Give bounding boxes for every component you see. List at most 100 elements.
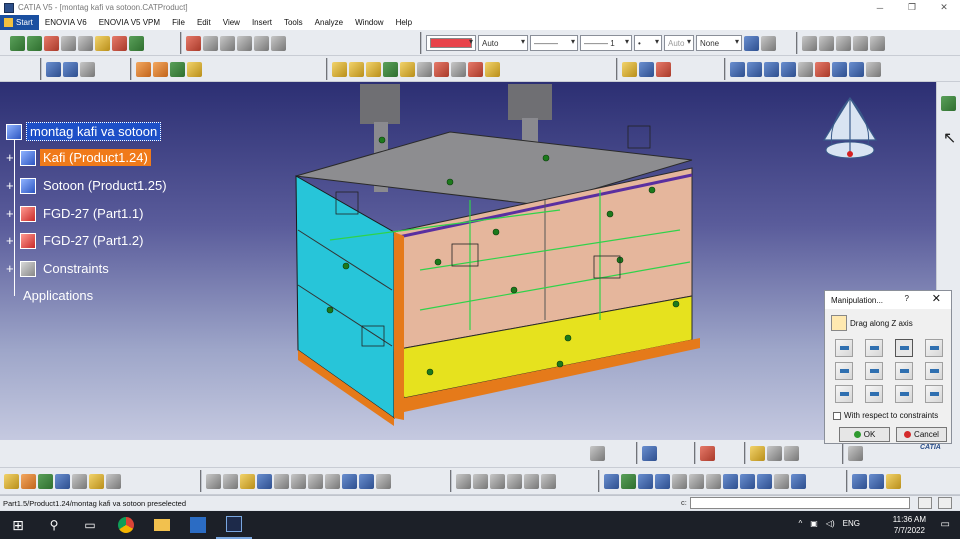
environment-icon[interactable] [784,445,799,461]
view-iso-icon[interactable] [730,61,745,77]
macro-icon[interactable] [541,473,556,489]
hide-show-bottom-icon[interactable] [757,473,772,489]
smart-move-icon[interactable] [61,35,76,51]
scene-bottom-icon[interactable] [886,473,901,489]
drag-xz-plane-button[interactable] [895,362,913,380]
shading-edges-icon[interactable] [832,61,847,77]
constraints-checkbox[interactable] [833,411,841,420]
quick-constraint-icon[interactable] [434,61,449,77]
paste-icon[interactable] [325,473,340,489]
clash-icon[interactable] [112,35,127,51]
measure-icon[interactable] [186,35,201,51]
view-front-icon[interactable] [747,61,762,77]
tree-root-label[interactable]: montag kafi va sotoon [26,122,162,141]
tree-item-label[interactable]: Applications [20,287,96,304]
color-select[interactable] [426,35,476,51]
open-file-icon[interactable] [240,473,255,489]
grid-icon[interactable] [700,445,715,461]
cancel-button[interactable]: Cancel [896,427,947,442]
menu-enovia-v5-vpm[interactable]: ENOVIA V5 VPM [93,15,166,30]
product-structure-icon[interactable] [46,61,61,77]
pocket-icon[interactable] [38,473,53,489]
fit-all-icon[interactable] [170,61,185,77]
tree-expand-icon[interactable] [80,61,95,77]
tools-icon[interactable] [206,473,221,489]
wireframe-icon[interactable] [639,61,654,77]
tree-item-label[interactable]: Sotoon (Product1.25) [40,177,170,194]
menu-window[interactable]: Window [349,15,389,30]
rotate-y-axis-button[interactable] [865,385,883,403]
tree-item-applications[interactable]: Applications [20,287,96,304]
knowledge-icon[interactable] [473,473,488,489]
normal-view-bottom-icon[interactable] [706,473,721,489]
pan-icon[interactable] [10,35,25,51]
tree-item-sotoon[interactable]: + Sotoon (Product1.25) [6,177,170,194]
save-icon[interactable] [257,473,272,489]
power-input-field[interactable] [690,497,910,509]
menu-tools[interactable]: Tools [278,15,309,30]
expand-icon[interactable]: + [6,261,20,276]
status-icon-1[interactable] [918,497,932,509]
offset-icon[interactable] [366,61,381,77]
hide-show-icon[interactable] [656,61,671,77]
fit-all-view-icon[interactable] [621,473,636,489]
app-icon[interactable] [180,511,216,539]
annotation-icon[interactable] [271,35,286,51]
turn-head-icon[interactable] [836,35,851,51]
restore-icon[interactable]: ❐ [896,0,928,15]
menu-start[interactable]: Start [0,15,39,30]
tray-chevron-icon[interactable]: ^ [799,519,803,528]
compass-icon[interactable] [818,94,882,166]
rotate-icon[interactable] [655,473,670,489]
pan-view-icon[interactable] [638,473,653,489]
3d-viewport[interactable]: montag kafi va sotoon + Kafi (Product1.2… [0,82,936,440]
tree-item-fgd-27-1[interactable]: + FGD-27 (Part1.1) [6,205,146,222]
fly-mode-icon[interactable] [604,473,619,489]
menu-help[interactable]: Help [390,15,418,30]
flexible-icon[interactable] [451,61,466,77]
network-icon[interactable]: ▣ [810,519,818,528]
rotate-x-axis-button[interactable] [835,385,853,403]
formula-icon[interactable] [456,473,471,489]
tree-item-label[interactable]: FGD-27 (Part1.1) [40,205,146,222]
print-file-icon[interactable] [274,473,289,489]
menu-enovia-v6[interactable]: ENOVIA V6 [39,15,93,30]
paint-brush-icon[interactable] [744,35,759,51]
catia-taskbar-icon[interactable] [216,511,252,539]
multi-view-icon[interactable] [815,61,830,77]
lights-icon[interactable] [767,445,782,461]
walk-icon[interactable] [853,35,868,51]
camera-icon[interactable] [870,35,885,51]
catalog-icon[interactable] [254,35,269,51]
layer-auto-select[interactable]: Auto [664,35,694,51]
undo-icon[interactable] [342,473,357,489]
drag-x-axis-button[interactable] [835,339,853,357]
new-file-icon[interactable] [223,473,238,489]
expand-icon[interactable]: + [6,178,20,193]
new-component-icon[interactable] [63,61,78,77]
copy-icon[interactable] [308,473,323,489]
windows-start-icon[interactable]: ⊞ [0,511,36,539]
tree-item-label[interactable]: FGD-27 (Part1.2) [40,232,146,249]
reuse-pattern-icon[interactable] [485,61,500,77]
thickness-select[interactable]: ——— 1 [580,35,632,51]
assembly-feature-icon[interactable] [106,473,121,489]
shading-icon[interactable] [622,61,637,77]
menu-file[interactable]: File [166,15,191,30]
stop-manipulate-icon[interactable] [95,35,110,51]
cut-icon[interactable] [291,473,306,489]
tree-item-kafi[interactable]: + Kafi (Product1.24) [6,149,151,166]
task-view-icon[interactable]: ▭ [72,511,108,539]
search-icon[interactable]: ⚲ [36,511,72,539]
scenes-icon[interactable] [136,61,151,77]
expand-icon[interactable]: + [6,233,20,248]
sectioning-icon[interactable] [129,35,144,51]
inertia-icon[interactable] [237,35,252,51]
design-table-icon[interactable] [490,473,505,489]
layer-select[interactable]: None [696,35,742,51]
drag-yz-plane-button[interactable] [865,362,883,380]
close-icon[interactable]: ✕ [928,0,960,15]
point-select[interactable]: • [634,35,662,51]
zoom-out-icon[interactable] [689,473,704,489]
dialog-close-button[interactable]: ✕ [932,292,941,305]
